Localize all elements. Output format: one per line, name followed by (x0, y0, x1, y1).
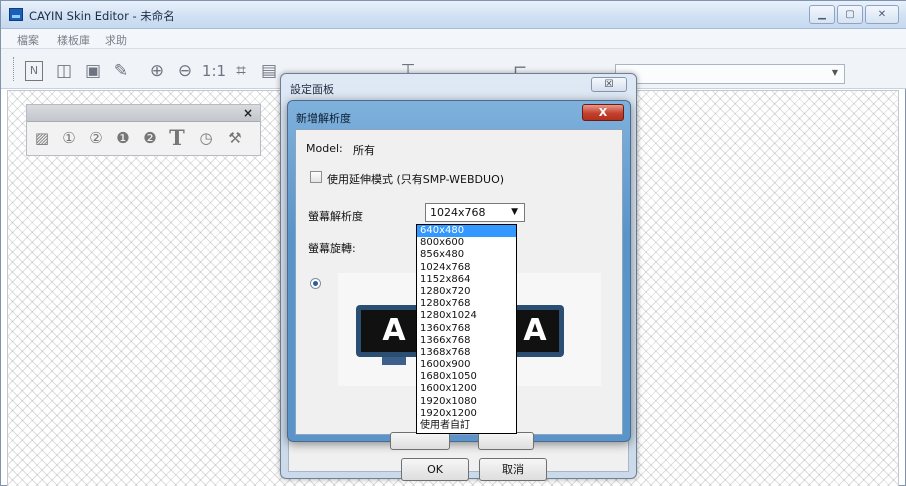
resolution-select[interactable]: 1024x768 ▼ (425, 203, 525, 222)
model-value: 所有 (353, 144, 375, 157)
palette-title-bar[interactable]: × (27, 105, 260, 122)
monitor-stand (382, 357, 406, 365)
resolution-option[interactable]: 800x600 (417, 237, 516, 249)
layout-icon[interactable]: ▤ (259, 61, 279, 81)
wrench-tool-icon[interactable]: ⚒ (225, 127, 245, 149)
menu-bar: 檔案 樣板庫 求助 (1, 29, 906, 49)
resolution-option[interactable]: 640x480 (417, 225, 516, 238)
actual-size-icon[interactable]: 1:1 (201, 61, 227, 81)
resolution-option[interactable]: 856x480 (417, 249, 516, 261)
resolution-option[interactable]: 1600x900 (417, 359, 516, 371)
resolution-option[interactable]: 1024x768 (417, 262, 516, 274)
resolution-option-custom[interactable]: 使用者自訂 (417, 420, 516, 432)
settings-cancel-button[interactable]: 取消 (479, 458, 547, 481)
title-bar: CAYIN Skin Editor - 未命名 ▁ ▢ ✕ (1, 1, 906, 29)
window-title: CAYIN Skin Editor - 未命名 (29, 9, 175, 23)
resolution-label: 螢幕解析度 (308, 210, 363, 223)
cayin-app-icon (9, 8, 23, 21)
menu-help[interactable]: 求助 (105, 32, 127, 48)
dialog-ok-button[interactable] (390, 432, 450, 450)
resolution-select-value: 1024x768 (430, 206, 486, 219)
resolution-option[interactable]: 1280x1024 (417, 310, 516, 322)
resolution-option[interactable]: 1920x1200 (417, 408, 516, 420)
clock-tool-icon[interactable]: ◷ (196, 127, 216, 149)
resolution-option[interactable]: 1280x720 (417, 286, 516, 298)
window-controls: ▁ ▢ ✕ (807, 5, 899, 25)
zoom-in-icon[interactable]: ⊕ (147, 61, 167, 81)
extended-mode-label[interactable]: 使用延伸模式 (只有SMP-WEBDUO) (327, 171, 504, 187)
palette-close-button[interactable]: × (243, 106, 253, 120)
maximize-button[interactable]: ▢ (837, 5, 863, 24)
toolbar-combo[interactable]: ▼ (615, 64, 845, 84)
dialog-cancel-button[interactable] (478, 432, 534, 450)
resolution-option[interactable]: 1920x1080 (417, 396, 516, 408)
resolution-option[interactable]: 1360x768 (417, 323, 516, 335)
resolution-option[interactable]: 1680x1050 (417, 371, 516, 383)
model-label: Model: (306, 142, 343, 155)
toolbar-grip[interactable] (13, 57, 16, 81)
menu-template-library[interactable]: 樣板庫 (57, 32, 90, 48)
dialog-close-button[interactable]: X (582, 104, 624, 121)
zone-2-icon[interactable]: ❷ (140, 127, 160, 149)
resolution-option[interactable]: 1366x768 (417, 335, 516, 347)
rotation-radio-landscape[interactable] (310, 278, 321, 289)
video-zone-1-icon[interactable]: ① (59, 127, 79, 149)
save-icon[interactable]: ▣ (83, 61, 103, 81)
extended-mode-checkbox[interactable] (310, 171, 322, 183)
image-tool-icon[interactable]: ▨ (32, 127, 52, 149)
minimize-button[interactable]: ▁ (809, 5, 835, 24)
resolution-dropdown-list: 640x480 800x600 856x480 1024x768 1152x86… (416, 224, 517, 434)
new-document-icon[interactable]: N (25, 61, 43, 81)
menu-file[interactable]: 檔案 (17, 32, 39, 48)
dialog-title: 新增解析度 (296, 112, 351, 125)
resolution-option[interactable]: 1152x864 (417, 274, 516, 286)
monitor-letter: A (511, 310, 559, 352)
text-tool-icon[interactable]: T (167, 127, 187, 149)
chevron-down-icon: ▼ (831, 68, 838, 77)
zoom-out-icon[interactable]: ⊖ (175, 61, 195, 81)
resolution-option[interactable]: 1280x768 (417, 298, 516, 310)
zone-1-icon[interactable]: ❶ (113, 127, 133, 149)
pencil-icon[interactable]: ✎ (111, 61, 131, 81)
resolution-option[interactable]: 1368x768 (417, 347, 516, 359)
chevron-down-icon: ▼ (511, 207, 518, 217)
settings-panel-title: 設定面板 (290, 83, 334, 96)
close-window-button[interactable]: ✕ (865, 5, 899, 24)
settings-ok-button[interactable]: OK (401, 458, 469, 481)
open-folder-icon[interactable]: ◫ (53, 61, 75, 81)
resolution-option[interactable]: 1600x1200 (417, 383, 516, 395)
video-zone-2-icon[interactable]: ② (86, 127, 106, 149)
tool-palette: × ▨ ① ② ❶ ❷ T ◷ ⚒ (26, 104, 261, 156)
rotation-label: 螢幕旋轉: (308, 242, 356, 255)
fit-window-icon[interactable]: ⌗ (231, 61, 251, 81)
settings-panel-close-button[interactable]: ☒ (591, 77, 627, 92)
